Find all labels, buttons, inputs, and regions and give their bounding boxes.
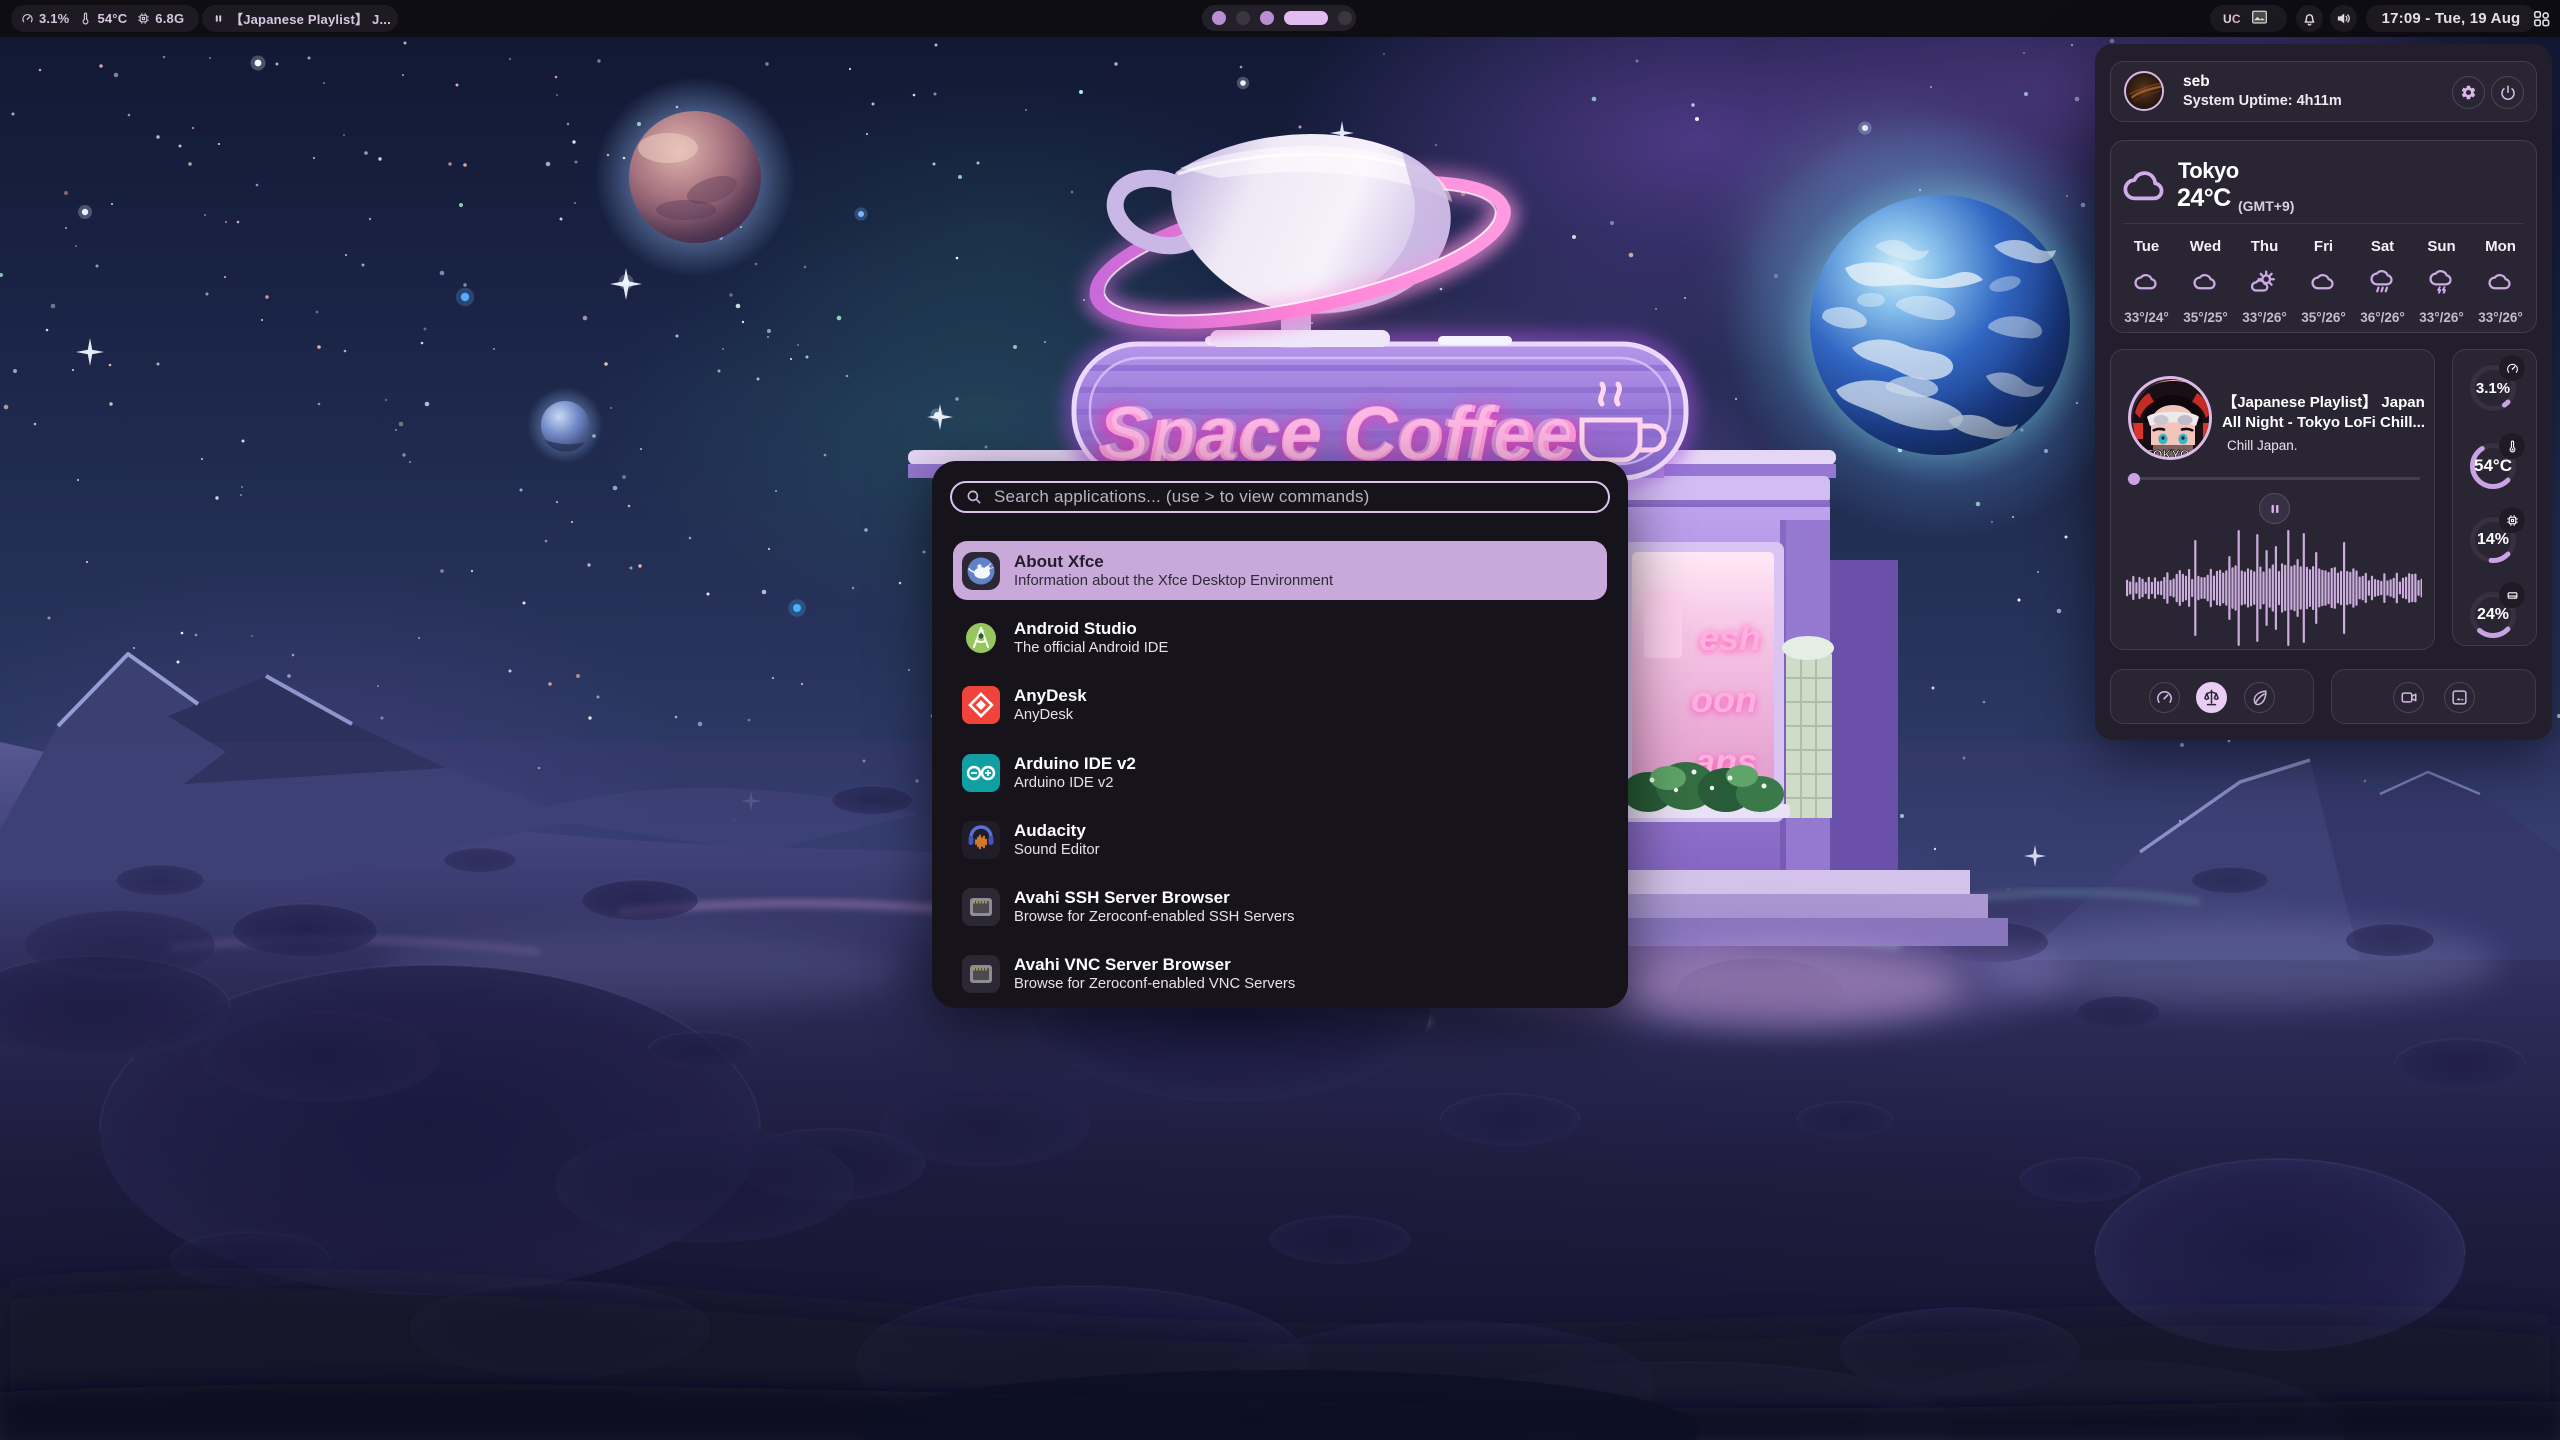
svg-text:oon: oon — [1691, 679, 1757, 720]
svg-text:TOKYO L: TOKYO L — [2145, 448, 2201, 460]
svg-text:esh: esh — [1699, 617, 1761, 658]
